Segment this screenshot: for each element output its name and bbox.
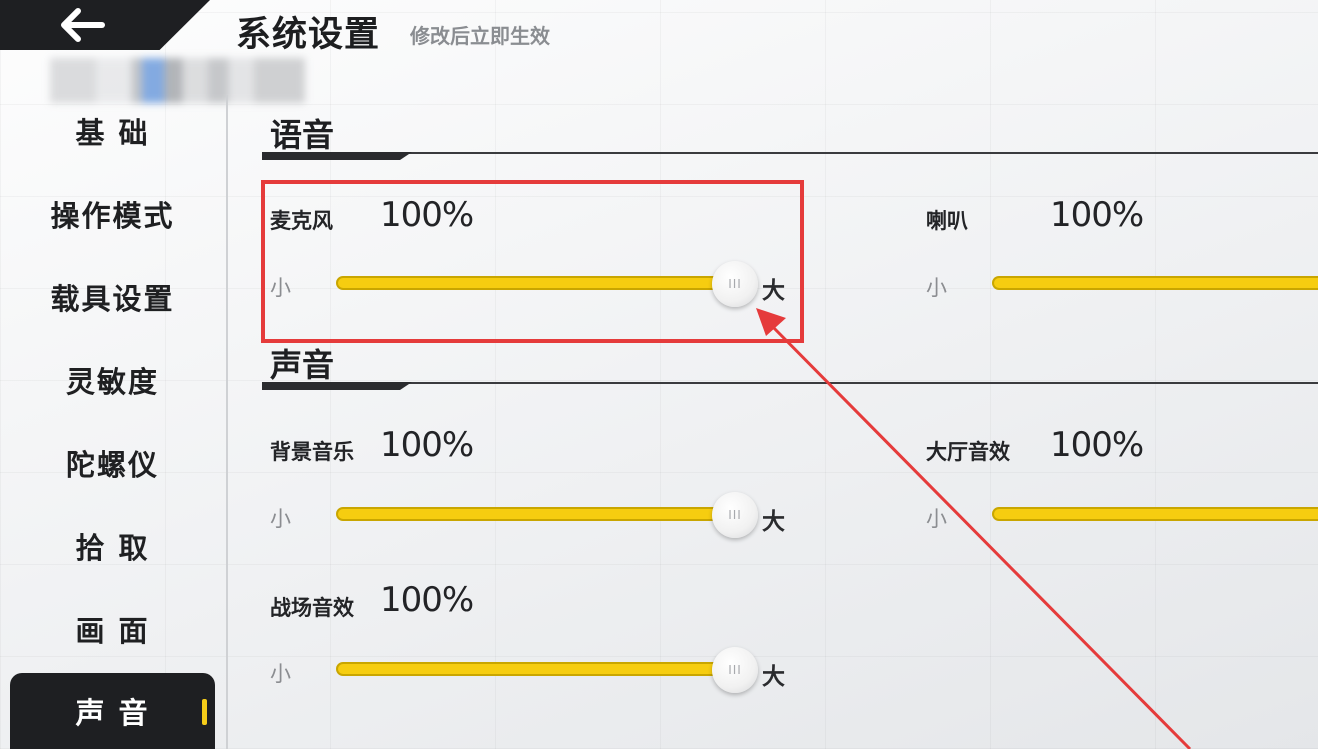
battle-sfx-min-label: 小 bbox=[270, 662, 291, 686]
speaker-min-label: 小 bbox=[926, 276, 947, 300]
sidebar-item-gyroscope[interactable]: 陀螺仪 bbox=[10, 432, 215, 494]
sidebar-item-graphics[interactable]: 画 面 bbox=[10, 598, 215, 660]
speaker-slider-track[interactable] bbox=[992, 276, 1318, 290]
sidebar-item-control-mode[interactable]: 操作模式 bbox=[10, 183, 215, 245]
speaker-label: 喇叭 bbox=[926, 209, 968, 233]
battle-sfx-slider-track[interactable] bbox=[336, 662, 736, 676]
page-subtitle: 修改后立即生效 bbox=[410, 24, 550, 48]
lobby-sfx-label: 大厅音效 bbox=[926, 440, 1010, 464]
section-tab-voice bbox=[262, 152, 412, 160]
page-title: 系统设置 bbox=[236, 15, 381, 55]
bgm-slider-track[interactable] bbox=[336, 507, 736, 521]
sidebar-divider bbox=[226, 95, 228, 749]
battle-sfx-value: 100% bbox=[380, 580, 474, 620]
lobby-sfx-value: 100% bbox=[1050, 425, 1144, 465]
lobby-sfx-slider-track[interactable] bbox=[992, 507, 1318, 521]
battle-sfx-max-label: 大 bbox=[762, 664, 785, 690]
sidebar-item-sound[interactable]: 声 音 bbox=[10, 673, 215, 749]
battle-sfx-slider-thumb[interactable]: III bbox=[712, 647, 758, 693]
section-title-sound: 声音 bbox=[270, 346, 335, 384]
lobby-sfx-min-label: 小 bbox=[926, 507, 947, 531]
arrow-left-icon bbox=[61, 8, 105, 42]
blurred-user-info bbox=[50, 58, 305, 103]
bgm-min-label: 小 bbox=[270, 507, 291, 531]
section-divider-voice bbox=[262, 152, 1318, 154]
bgm-slider-thumb[interactable]: III bbox=[712, 492, 758, 538]
sidebar-item-basic[interactable]: 基 础 bbox=[10, 100, 215, 162]
section-tab-sound bbox=[262, 382, 412, 390]
bgm-max-label: 大 bbox=[762, 509, 785, 535]
bgm-label: 背景音乐 bbox=[270, 440, 354, 464]
battle-sfx-label: 战场音效 bbox=[270, 596, 354, 620]
sidebar-item-label: 声 音 bbox=[75, 696, 150, 730]
bgm-value: 100% bbox=[380, 425, 474, 465]
speaker-value: 100% bbox=[1050, 195, 1144, 235]
sidebar-item-pickup[interactable]: 拾 取 bbox=[10, 515, 215, 577]
annotation-highlight-box bbox=[261, 180, 804, 343]
section-divider-sound bbox=[262, 382, 1318, 384]
sidebar-item-vehicle[interactable]: 载具设置 bbox=[10, 266, 215, 328]
section-title-voice: 语音 bbox=[270, 116, 335, 154]
sidebar-item-sensitivity[interactable]: 灵敏度 bbox=[10, 349, 215, 411]
active-indicator bbox=[202, 699, 207, 725]
